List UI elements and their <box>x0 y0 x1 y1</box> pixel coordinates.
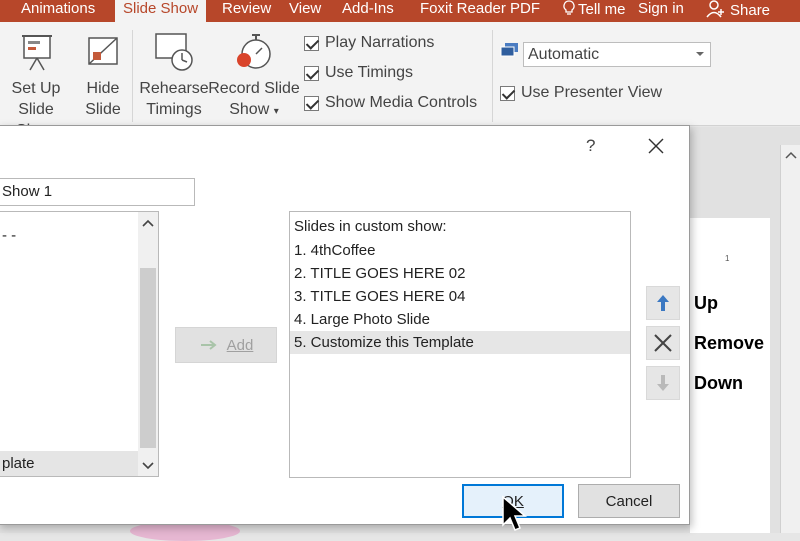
projector-screen-icon <box>22 35 52 71</box>
callout-remove: Remove <box>694 333 765 353</box>
list-header: Slides in custom show: <box>294 218 447 235</box>
list-item[interactable]: 3. TITLE GOES HERE 04 <box>290 285 630 308</box>
callout-down: Down <box>694 373 743 393</box>
page-marker: 1 <box>725 254 730 263</box>
use-presenter-view-checkbox[interactable]: Use Presenter View <box>500 84 662 102</box>
add-label: Add <box>226 336 254 354</box>
monitor-select-value: Automatic <box>528 46 600 63</box>
scrollbar-thumb[interactable] <box>140 268 156 448</box>
show-media-controls-checkbox[interactable]: Show Media Controls <box>304 94 477 112</box>
move-up-button[interactable] <box>646 286 680 320</box>
list-scrollbar[interactable] <box>138 212 158 476</box>
list-item[interactable]: 1. 4thCoffee <box>290 239 630 262</box>
tab-add-ins[interactable]: Add-Ins <box>342 0 394 22</box>
use-timings-label: Use Timings <box>325 64 414 81</box>
cancel-label: Cancel <box>605 492 653 510</box>
list-item[interactable]: 2. TITLE GOES HERE 02 <box>290 262 630 285</box>
close-icon[interactable] <box>647 137 665 155</box>
presentation-slides-list[interactable]: - - plate <box>0 211 159 477</box>
rehearse-line1: Rehearse <box>139 80 209 97</box>
checkbox-checked-icon <box>500 85 515 101</box>
chevron-up-icon <box>785 151 797 159</box>
tell-me-label: Tell me <box>578 1 626 18</box>
hide-line2: Slide <box>85 101 121 118</box>
tab-animations[interactable]: Animations <box>21 0 95 22</box>
list-item-selected[interactable]: 5. Customize this Template <box>290 331 630 354</box>
use-timings-checkbox[interactable]: Use Timings <box>304 64 413 82</box>
record-slide-show-button[interactable]: Record Slide Show ▾ <box>208 30 300 122</box>
tab-review[interactable]: Review <box>222 0 271 22</box>
set-up-line1: Set Up <box>11 80 61 97</box>
add-button[interactable]: Add <box>175 327 277 363</box>
checkbox-checked-icon <box>304 35 319 51</box>
double-arrow-right-icon <box>200 340 217 350</box>
checkbox-checked-icon <box>304 95 319 111</box>
arrow-down-icon <box>657 375 669 391</box>
tab-foxit-reader-pdf[interactable]: Foxit Reader PDF <box>420 0 540 22</box>
ribbon: Set Up Slide Show Hide Slide Rehearse Ti… <box>0 22 800 139</box>
list-item[interactable]: - - <box>2 227 16 244</box>
ribbon-separator <box>492 30 493 122</box>
tab-slide-show[interactable]: Slide Show <box>115 0 207 23</box>
sign-in-link[interactable]: Sign in <box>638 0 684 22</box>
lightbulb-icon <box>563 0 575 15</box>
workspace-scrollbar[interactable] <box>780 145 800 533</box>
person-add-icon <box>706 0 724 18</box>
slide-show-name-value: Show 1 <box>2 183 53 200</box>
callout-up: Up <box>694 293 718 313</box>
chevron-down-icon <box>696 52 704 56</box>
arrow-up-icon <box>657 295 669 311</box>
list-item-selected[interactable]: plate <box>0 451 139 476</box>
help-button[interactable]: ? <box>586 136 595 156</box>
slide-show-name-input[interactable]: Show 1 <box>0 178 195 206</box>
record-stopwatch-icon <box>237 34 271 69</box>
cancel-button[interactable]: Cancel <box>578 484 680 518</box>
checkbox-checked-icon <box>304 65 319 81</box>
hide-slide-button[interactable]: Hide Slide <box>80 30 126 120</box>
rehearse-timings-button[interactable]: Rehearse Timings <box>138 30 210 120</box>
rehearse-line2: Timings <box>146 101 202 118</box>
list-item[interactable]: 4. Large Photo Slide <box>290 308 630 331</box>
hide-slide-icon <box>88 37 118 65</box>
show-media-controls-label: Show Media Controls <box>325 94 478 111</box>
remove-button[interactable] <box>646 326 680 360</box>
tab-view[interactable]: View <box>289 0 321 22</box>
hide-line1: Hide <box>86 80 120 97</box>
record-line1: Record Slide <box>208 80 300 97</box>
play-narrations-checkbox[interactable]: Play Narrations <box>304 34 434 52</box>
monitor-select[interactable]: Automatic <box>523 42 711 67</box>
monitor-icon <box>500 43 518 57</box>
chevron-down-icon[interactable] <box>141 459 155 473</box>
chevron-up-icon[interactable] <box>141 216 155 230</box>
tell-me-search[interactable]: Tell me <box>563 0 626 22</box>
share-button[interactable]: Share <box>706 0 770 22</box>
play-narrations-label: Play Narrations <box>325 34 435 51</box>
ribbon-tab-bar: Animations Slide Show Review View Add-In… <box>0 0 800 23</box>
use-presenter-view-label: Use Presenter View <box>521 84 663 101</box>
remove-x-icon <box>654 334 672 352</box>
record-line2-text: Show <box>229 101 270 118</box>
record-line2: Show ▾ <box>229 101 279 118</box>
rehearse-timer-icon <box>155 33 193 71</box>
define-custom-show-dialog: ? Show 1 - - plate Add Slides in custom … <box>0 125 690 525</box>
mouse-cursor-icon <box>502 495 528 531</box>
share-label: Share <box>730 2 771 19</box>
move-down-button[interactable] <box>646 366 680 400</box>
slides-in-custom-show-list[interactable]: Slides in custom show: 1. 4thCoffee 2. T… <box>289 211 631 478</box>
ribbon-separator <box>132 30 133 122</box>
